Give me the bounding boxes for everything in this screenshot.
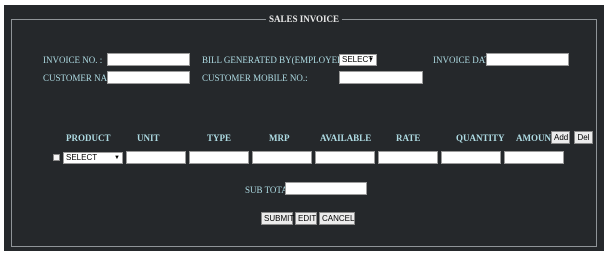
available-input[interactable] [315, 151, 375, 164]
header-quantity: QUANTITY [456, 133, 505, 143]
customer-name-input[interactable] [107, 71, 190, 84]
sales-invoice-panel: SALES INVOICE INVOICE NO. : BILL GENERAT… [4, 5, 604, 251]
row-select-checkbox[interactable] [53, 154, 60, 161]
edit-button[interactable]: EDIT [295, 212, 317, 225]
employee-select[interactable]: SELECT ▼ [339, 54, 377, 66]
cancel-button[interactable]: CANCEL [319, 212, 355, 225]
dropdown-arrow-icon: ▼ [368, 57, 374, 63]
form-title: SALES INVOICE [265, 13, 343, 26]
add-row-button[interactable]: Add [551, 131, 570, 144]
unit-input[interactable] [126, 151, 186, 164]
invoice-no-label: INVOICE NO. : [43, 55, 103, 65]
customer-mobile-label: CUSTOMER MOBILE NO.: [202, 73, 308, 83]
rate-input[interactable] [378, 151, 438, 164]
header-type: TYPE [207, 133, 232, 143]
amount-input[interactable] [504, 151, 564, 164]
product-select[interactable]: SELECT ▼ [63, 152, 123, 164]
dropdown-arrow-icon: ▼ [114, 155, 120, 161]
invoice-no-input[interactable] [107, 53, 190, 66]
header-unit: UNIT [137, 133, 160, 143]
subtotal-input[interactable] [285, 182, 367, 195]
mrp-input[interactable] [252, 151, 312, 164]
header-rate: RATE [396, 133, 421, 143]
header-mrp: MRP [269, 133, 290, 143]
customer-mobile-input[interactable] [339, 71, 423, 84]
quantity-input[interactable] [441, 151, 501, 164]
invoice-date-input[interactable] [486, 53, 569, 66]
submit-button[interactable]: SUBMIT [261, 212, 294, 225]
product-select-value: SELECT [66, 153, 98, 162]
sales-invoice-fieldset: SALES INVOICE INVOICE NO. : BILL GENERAT… [11, 13, 597, 247]
header-available: AVAILABLE [320, 133, 372, 143]
type-input[interactable] [189, 151, 249, 164]
header-product: PRODUCT [66, 133, 111, 143]
delete-row-button[interactable]: Del [574, 131, 593, 144]
